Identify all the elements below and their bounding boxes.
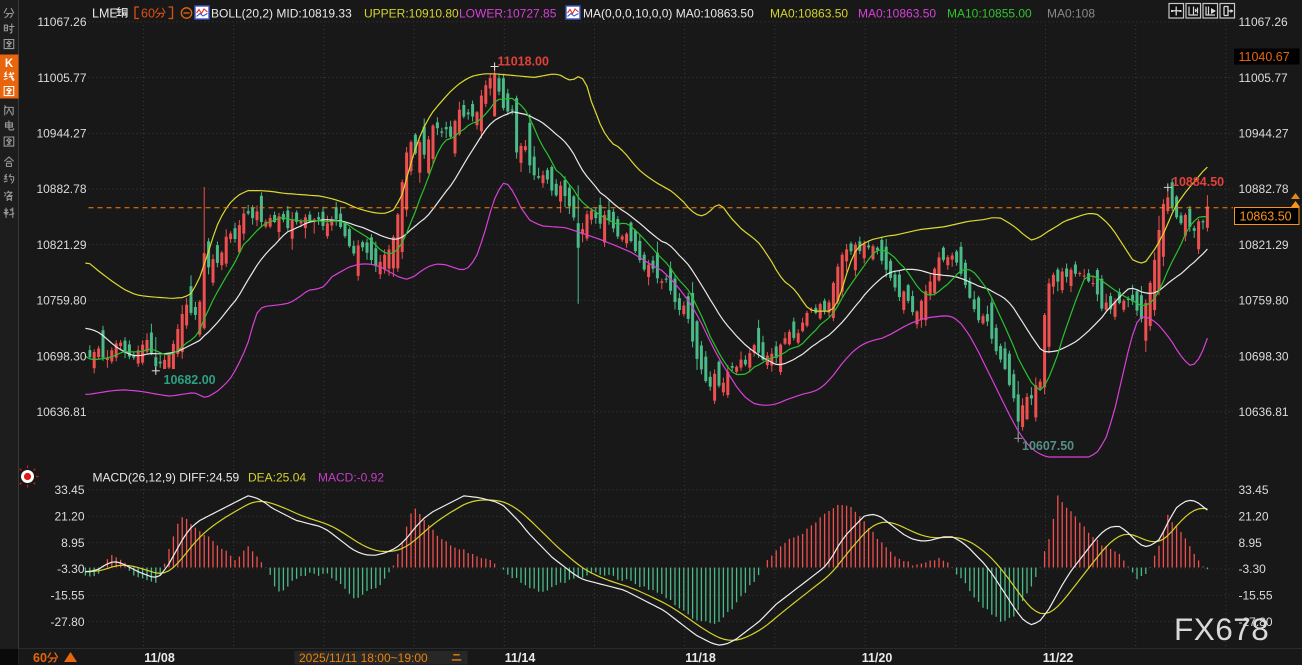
svg-text:10759.80: 10759.80 xyxy=(1239,294,1289,308)
svg-text:10698.30: 10698.30 xyxy=(1239,349,1289,363)
svg-text:MA10:10855.00: MA10:10855.00 xyxy=(947,7,1032,21)
svg-text:10863.50: 10863.50 xyxy=(1240,210,1292,224)
svg-text:11/22: 11/22 xyxy=(1043,651,1074,665)
svg-text:-3.30: -3.30 xyxy=(57,562,85,576)
svg-text:21.20: 21.20 xyxy=(1239,510,1269,524)
svg-text:10882.78: 10882.78 xyxy=(36,182,86,196)
svg-text:60: 60 xyxy=(33,651,47,665)
svg-text:MACD(26,12,9) DIFF:24.59: MACD(26,12,9) DIFF:24.59 xyxy=(93,471,240,485)
svg-text:LME: LME xyxy=(92,7,118,21)
svg-text:DEA:25.04: DEA:25.04 xyxy=(248,471,306,485)
svg-text:11/18: 11/18 xyxy=(685,651,716,665)
svg-text:MA0:108: MA0:108 xyxy=(1047,7,1095,21)
svg-text:10636.81: 10636.81 xyxy=(36,405,86,419)
svg-text:8.95: 8.95 xyxy=(61,536,85,550)
svg-text:10821.29: 10821.29 xyxy=(36,238,86,252)
svg-text:10607.50: 10607.50 xyxy=(1022,439,1074,453)
svg-text:11067.26: 11067.26 xyxy=(1239,15,1288,29)
svg-text:60: 60 xyxy=(141,7,155,21)
svg-text:10821.29: 10821.29 xyxy=(1239,238,1289,252)
svg-text:K: K xyxy=(5,58,14,70)
svg-text:8.95: 8.95 xyxy=(1239,536,1263,550)
svg-text:11018.00: 11018.00 xyxy=(498,55,549,69)
svg-text:11040.67: 11040.67 xyxy=(1239,50,1290,64)
svg-text:33.45: 33.45 xyxy=(54,483,84,497)
svg-text:10698.30: 10698.30 xyxy=(36,349,86,363)
svg-text:MA0:10863.50: MA0:10863.50 xyxy=(858,7,936,21)
svg-text:33.45: 33.45 xyxy=(1239,483,1269,497)
svg-text:UPPER:10910.80: UPPER:10910.80 xyxy=(364,7,459,21)
svg-text:11005.77: 11005.77 xyxy=(1239,71,1288,85)
svg-text:10636.81: 10636.81 xyxy=(1239,405,1289,419)
svg-text:10882.78: 10882.78 xyxy=(1239,182,1289,196)
svg-text:11/14: 11/14 xyxy=(505,651,536,665)
svg-text:10944.27: 10944.27 xyxy=(1239,127,1289,141)
svg-text:10944.27: 10944.27 xyxy=(36,127,86,141)
svg-text:21.20: 21.20 xyxy=(54,510,84,524)
svg-text:-15.55: -15.55 xyxy=(50,589,84,603)
svg-text:11067.26: 11067.26 xyxy=(37,15,86,29)
svg-text:MA(0,0,0,10,0,0) MA0:10863.50: MA(0,0,0,10,0,0) MA0:10863.50 xyxy=(583,7,754,21)
svg-text:MACD:-0.92: MACD:-0.92 xyxy=(318,471,384,485)
svg-text:MA0:10863.50: MA0:10863.50 xyxy=(770,7,848,21)
svg-text:2025/11/11 18:00~19:00: 2025/11/11 18:00~19:00 xyxy=(299,651,428,665)
svg-text:-3.30: -3.30 xyxy=(1239,562,1267,576)
svg-text:LOWER:10727.85: LOWER:10727.85 xyxy=(459,7,557,21)
svg-text:11/20: 11/20 xyxy=(862,651,893,665)
svg-text:11005.77: 11005.77 xyxy=(37,71,86,85)
svg-text:BOLL(20,2) MID:10819.33: BOLL(20,2) MID:10819.33 xyxy=(211,7,352,21)
svg-text:10759.80: 10759.80 xyxy=(36,294,86,308)
svg-text:10884.50: 10884.50 xyxy=(1172,175,1224,189)
svg-text:-15.55: -15.55 xyxy=(1239,589,1273,603)
svg-text:FX678: FX678 xyxy=(1174,611,1269,647)
svg-text:11/08: 11/08 xyxy=(144,651,175,665)
svg-text:10682.00: 10682.00 xyxy=(164,373,216,387)
svg-text:-27.80: -27.80 xyxy=(50,615,84,629)
